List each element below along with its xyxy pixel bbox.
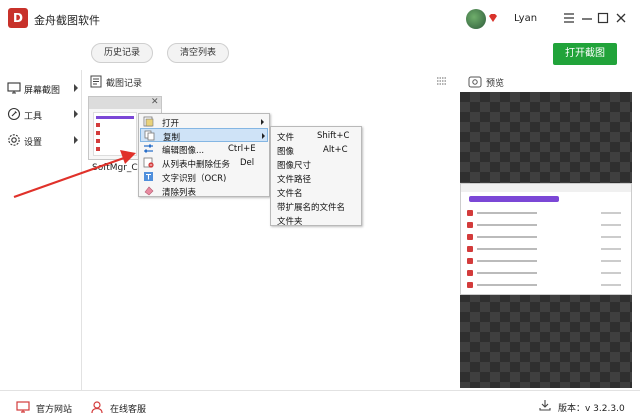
- submenu-item-file-path[interactable]: 文件路径: [277, 173, 311, 185]
- title-bar: D 金舟截图软件 Lyan: [0, 0, 640, 38]
- preview-eye-icon: [468, 76, 482, 88]
- menu-item-edit-image[interactable]: 编辑图像... Ctrl+E: [140, 142, 268, 156]
- sidebar-item-label: 设置: [24, 138, 43, 148]
- avatar[interactable]: [466, 9, 486, 29]
- wrench-icon: [7, 107, 21, 121]
- menu-item-ocr[interactable]: 文字识别（OCR): [140, 170, 268, 184]
- list-menu-icon[interactable]: [436, 76, 448, 86]
- menu-item-label: 文字识别（OCR): [162, 174, 227, 184]
- open-file-icon: [143, 116, 154, 127]
- eraser-icon: [144, 186, 154, 196]
- menu-item-remove-task[interactable]: 从列表中删除任务 Del: [140, 156, 268, 170]
- submenu-item-file[interactable]: 文件: [277, 131, 294, 143]
- submenu-item-image[interactable]: 图像: [277, 145, 294, 157]
- remove-icon: [143, 157, 154, 168]
- context-menu: 打开 复制 编辑图像... Ctrl+E 从列表中删除任务 Del 文字识别（O…: [138, 113, 270, 198]
- document-icon: [90, 75, 102, 88]
- chevron-right-icon: [74, 110, 78, 118]
- monitor-icon: [16, 401, 30, 413]
- preview-image: [460, 183, 632, 295]
- sidebar-item-label: 工具: [24, 112, 43, 122]
- thumbnail-filename: SoftMgr_C: [92, 163, 138, 173]
- submenu-item-shortcut: Shift+C: [317, 131, 350, 141]
- sidebar-item-settings[interactable]: 设置: [4, 130, 78, 152]
- sidebar: 屏幕截图 工具 设置: [0, 70, 82, 390]
- menu-item-shortcut: Del: [240, 158, 255, 168]
- chevron-right-icon: [74, 136, 78, 144]
- menu-item-label: 清除列表: [162, 188, 197, 198]
- sidebar-item-tools[interactable]: 工具: [4, 104, 78, 126]
- menu-icon[interactable]: [562, 11, 576, 25]
- copy-icon: [144, 130, 155, 141]
- menu-item-open[interactable]: 打开: [140, 115, 268, 129]
- clear-list-button[interactable]: 清空列表: [167, 43, 230, 63]
- menu-item-copy[interactable]: 复制: [140, 128, 268, 143]
- app-logo-icon: D: [8, 8, 28, 28]
- headset-icon: [91, 401, 103, 414]
- records-header: 截图记录: [86, 72, 454, 92]
- download-icon[interactable]: [538, 398, 552, 412]
- maximize-icon[interactable]: [596, 11, 610, 25]
- thumbnail-image: [93, 112, 137, 156]
- submenu-item-shortcut: Alt+C: [323, 145, 348, 155]
- status-bar: 官方网站 在线客服 版本：v 3.2.3.0: [0, 390, 640, 420]
- preview-title: 预览: [486, 79, 505, 89]
- submenu-item-file-name-ext[interactable]: 带扩展名的文件名: [277, 201, 345, 213]
- menu-item-label: 从列表中删除任务: [162, 160, 231, 170]
- submenu-arrow-icon: [262, 133, 265, 139]
- menu-item-label: 编辑图像...: [162, 146, 205, 156]
- copy-submenu: 文件 Shift+C 图像 Alt+C 图像尺寸 文件路径 文件名 带扩展名的文…: [270, 126, 362, 227]
- thumbnail-close-icon[interactable]: ✕: [151, 97, 159, 107]
- username[interactable]: Lyan: [514, 13, 537, 24]
- toolbar: 历史记录 清空列表 打开截图: [82, 38, 640, 70]
- submenu-item-file-name[interactable]: 文件名: [277, 187, 303, 199]
- close-icon[interactable]: [614, 11, 628, 25]
- sidebar-item-label: 屏幕截图: [24, 86, 61, 96]
- minimize-icon[interactable]: [580, 11, 594, 25]
- status-link-label: 官方网站: [36, 405, 73, 415]
- menu-item-shortcut: Ctrl+E: [228, 144, 256, 154]
- sidebar-item-screen-capture[interactable]: 屏幕截图: [4, 78, 78, 100]
- vip-diamond-icon: [489, 14, 497, 22]
- menu-item-clear-list[interactable]: 清除列表: [140, 184, 268, 198]
- ocr-text-icon: [144, 172, 153, 181]
- chevron-right-icon: [74, 84, 78, 92]
- gear-icon: [8, 134, 20, 146]
- history-button[interactable]: 历史记录: [91, 43, 154, 63]
- app-title: 金舟截图软件: [34, 14, 100, 27]
- preview-header: 预览: [460, 72, 638, 92]
- submenu-item-folder[interactable]: 文件夹: [277, 215, 303, 227]
- edit-sliders-icon: [144, 144, 153, 153]
- monitor-icon: [7, 82, 21, 94]
- version-label: 版本：v 3.2.3.0: [558, 404, 625, 414]
- records-title: 截图记录: [106, 79, 143, 89]
- open-capture-button[interactable]: 打开截图: [553, 43, 617, 65]
- submenu-item-image-size[interactable]: 图像尺寸: [277, 159, 311, 171]
- submenu-arrow-icon: [261, 119, 264, 125]
- status-link-label: 在线客服: [110, 405, 147, 415]
